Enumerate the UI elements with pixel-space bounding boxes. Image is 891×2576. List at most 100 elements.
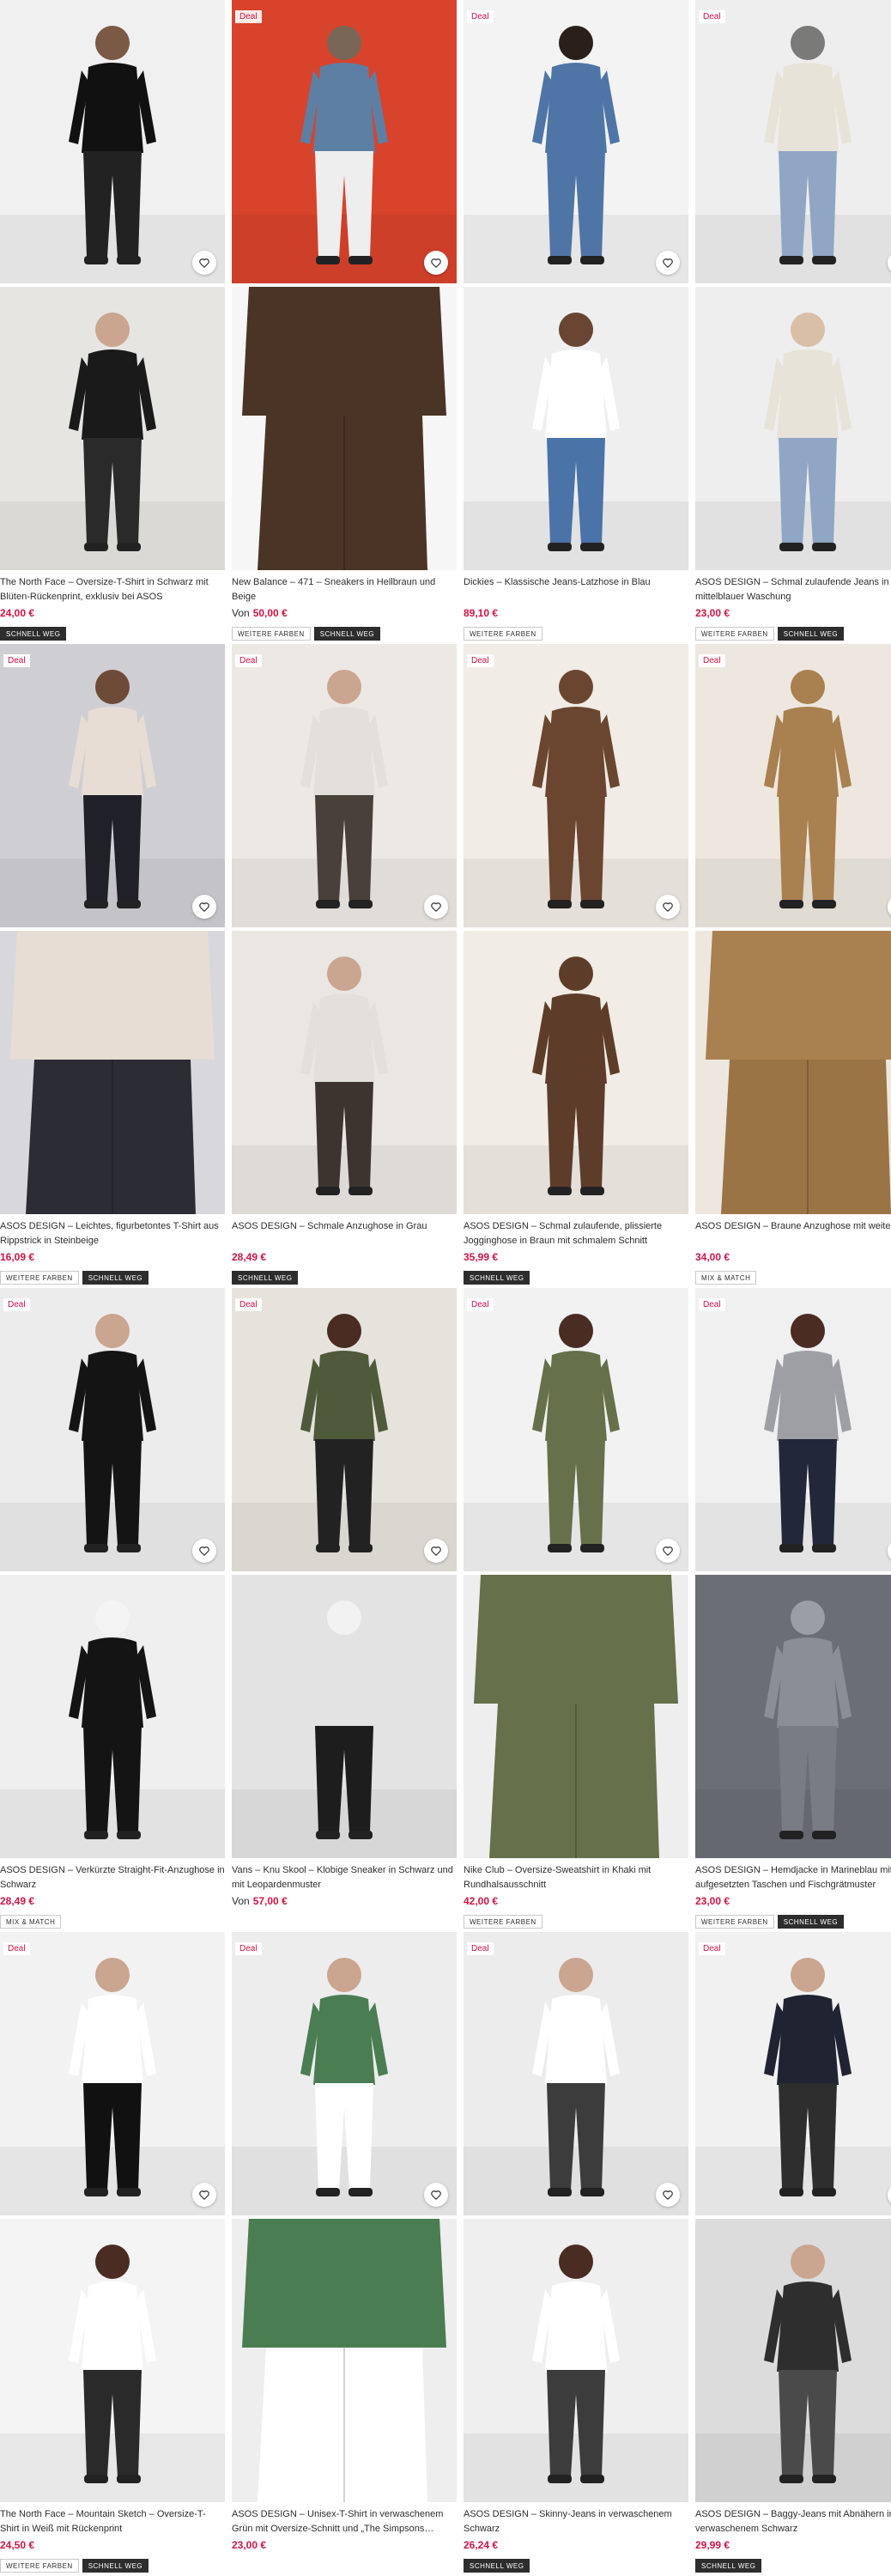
save-for-later-button[interactable] bbox=[424, 1539, 448, 1563]
product-photo-main[interactable] bbox=[695, 1932, 891, 2215]
product-photo-alt[interactable] bbox=[232, 931, 457, 1214]
product-title[interactable]: The North Face – Oversize-T-Shirt in Sch… bbox=[0, 575, 225, 605]
product-photo-alt[interactable] bbox=[695, 2219, 891, 2502]
product-image[interactable]: Deal bbox=[232, 644, 457, 1214]
product-photo-main[interactable] bbox=[0, 1932, 225, 2215]
save-for-later-button[interactable] bbox=[192, 2183, 216, 2207]
product-photo-main[interactable] bbox=[232, 644, 457, 927]
product-card[interactable]: Deal ASOS DESIGN – Schmal zulaufende Jean… bbox=[695, 0, 891, 644]
product-image[interactable] bbox=[0, 0, 225, 570]
product-image[interactable]: Deal bbox=[695, 1288, 891, 1858]
product-badges: SCHNELL WEG bbox=[464, 2559, 688, 2573]
product-photo-alt[interactable] bbox=[695, 931, 891, 1214]
save-for-later-button[interactable] bbox=[656, 2183, 680, 2207]
product-card[interactable]: Deal Nike Club – Oversize-Sweatshirt in K… bbox=[464, 1288, 688, 1932]
product-image[interactable]: Deal bbox=[695, 1932, 891, 2502]
product-title[interactable]: New Balance – 471 – Sneakers in Hellbrau… bbox=[232, 575, 457, 605]
product-card[interactable]: The North Face – Oversize-T-Shirt in Sch… bbox=[0, 0, 225, 644]
product-title[interactable]: ASOS DESIGN – Baggy-Jeans mit Abnähern i… bbox=[695, 2507, 891, 2537]
product-image[interactable]: Deal bbox=[695, 644, 891, 1214]
product-photo-main[interactable] bbox=[232, 1932, 457, 2215]
product-image[interactable]: Deal bbox=[232, 0, 457, 570]
product-photo-alt[interactable] bbox=[0, 2219, 225, 2502]
product-title[interactable]: Dickies – Klassische Jeans-Latzhose in B… bbox=[464, 575, 688, 605]
product-card[interactable]: Deal ASOS DESIGN – Hemdjacke in Marinebla… bbox=[695, 1288, 891, 1932]
product-photo-main[interactable] bbox=[464, 644, 688, 927]
product-title[interactable]: ASOS DESIGN – Schmale Anzughose in Grau bbox=[232, 1219, 457, 1249]
save-for-later-button[interactable] bbox=[424, 895, 448, 919]
product-card[interactable]: Deal ASOS DESIGN – Schmale Anzughose in G… bbox=[232, 644, 457, 1288]
product-photo-main[interactable] bbox=[695, 0, 891, 283]
product-photo-main[interactable] bbox=[464, 1288, 688, 1571]
product-title[interactable]: ASOS DESIGN – Skinny-Jeans in verwaschen… bbox=[464, 2507, 688, 2537]
save-for-later-button[interactable] bbox=[656, 251, 680, 275]
product-photo-alt[interactable] bbox=[464, 1575, 688, 1858]
save-for-later-button[interactable] bbox=[424, 2183, 448, 2207]
product-card[interactable]: Deal ASOS DESIGN – Leichtes, figurbetonte… bbox=[0, 644, 225, 1288]
product-photo-main[interactable] bbox=[695, 1288, 891, 1571]
product-title[interactable]: ASOS DESIGN – Braune Anzughose mit weite… bbox=[695, 1219, 891, 1249]
product-info: ASOS DESIGN – Schmal zulaufende Jeans in… bbox=[695, 570, 891, 641]
product-image[interactable]: Deal bbox=[464, 644, 688, 1214]
product-image[interactable]: Deal bbox=[0, 644, 225, 1214]
product-photo-main[interactable] bbox=[464, 1932, 688, 2215]
product-card[interactable]: Deal ASOS DESIGN – Schmal zulaufende, pli… bbox=[464, 644, 688, 1288]
product-card[interactable]: Deal New Balance – 471 – Sneakers in Hell… bbox=[232, 0, 457, 644]
product-image[interactable]: Deal bbox=[464, 0, 688, 570]
product-photo-main[interactable] bbox=[232, 0, 457, 283]
product-badge: SCHNELL WEG bbox=[232, 1271, 299, 1285]
product-photo-main[interactable] bbox=[0, 644, 225, 927]
save-for-later-button[interactable] bbox=[656, 1539, 680, 1563]
product-photo-alt[interactable] bbox=[232, 1575, 457, 1858]
product-photo-alt[interactable] bbox=[464, 2219, 688, 2502]
product-image[interactable]: Deal bbox=[0, 1932, 225, 2502]
product-photo-alt[interactable] bbox=[695, 287, 891, 570]
product-photo-alt[interactable] bbox=[464, 931, 688, 1214]
product-card[interactable]: Deal Vans – Knu Skool – Klobige Sneaker i… bbox=[232, 1288, 457, 1932]
product-card[interactable]: Deal ASOS DESIGN – Verkürzte Straight-Fit… bbox=[0, 1288, 225, 1932]
product-photo-alt[interactable] bbox=[0, 1575, 225, 1858]
product-info: Vans – Knu Skool – Klobige Sneaker in Sc… bbox=[232, 1858, 457, 1929]
product-card[interactable]: Deal ASOS DESIGN – Skinny-Jeans in verwas… bbox=[464, 1932, 688, 2576]
product-title[interactable]: The North Face – Mountain Sketch – Overs… bbox=[0, 2507, 225, 2537]
product-photo-alt[interactable] bbox=[464, 287, 688, 570]
product-image[interactable]: Deal bbox=[695, 0, 891, 570]
product-photo-main[interactable] bbox=[464, 0, 688, 283]
product-title[interactable]: ASOS DESIGN – Schmal zulaufende, plissie… bbox=[464, 1219, 688, 1249]
product-title[interactable]: ASOS DESIGN – Unisex-T-Shirt in verwasch… bbox=[232, 2507, 457, 2537]
product-image[interactable]: Deal bbox=[464, 1288, 688, 1858]
product-card[interactable]: Deal The North Face – Mountain Sketch – O… bbox=[0, 1932, 225, 2576]
product-price-row: 42,00 € bbox=[464, 1895, 688, 1909]
save-for-later-button[interactable] bbox=[192, 251, 216, 275]
product-card[interactable]: Deal ASOS DESIGN – Unisex-T-Shirt in verw… bbox=[232, 1932, 457, 2576]
product-title[interactable]: Nike Club – Oversize-Sweatshirt in Khaki… bbox=[464, 1863, 688, 1893]
product-photo-alt[interactable] bbox=[695, 1575, 891, 1858]
product-photo-alt[interactable] bbox=[232, 287, 457, 570]
product-title[interactable]: ASOS DESIGN – Schmal zulaufende Jeans in… bbox=[695, 575, 891, 605]
product-image[interactable]: Deal bbox=[0, 1288, 225, 1858]
product-photo-main[interactable] bbox=[232, 1288, 457, 1571]
product-photo-alt[interactable] bbox=[0, 931, 225, 1214]
product-badges: MIX & MATCH bbox=[0, 1915, 225, 1929]
product-image[interactable]: Deal bbox=[232, 1932, 457, 2502]
product-title[interactable]: Vans – Knu Skool – Klobige Sneaker in Sc… bbox=[232, 1863, 457, 1893]
product-image[interactable]: Deal bbox=[464, 1932, 688, 2502]
save-for-later-button[interactable] bbox=[192, 895, 216, 919]
product-title[interactable]: ASOS DESIGN – Verkürzte Straight-Fit-Anz… bbox=[0, 1863, 225, 1893]
product-card[interactable]: Deal ASOS DESIGN – Baggy-Jeans mit Abnähe… bbox=[695, 1932, 891, 2576]
product-photo-alt[interactable] bbox=[232, 2219, 457, 2502]
product-price-row: 35,99 € bbox=[464, 1251, 688, 1265]
deal-badge: Deal bbox=[699, 10, 725, 23]
product-title[interactable]: ASOS DESIGN – Leichtes, figurbetontes T-… bbox=[0, 1219, 225, 1249]
save-for-later-button[interactable] bbox=[424, 251, 448, 275]
save-for-later-button[interactable] bbox=[192, 1539, 216, 1563]
product-photo-alt[interactable] bbox=[0, 287, 225, 570]
product-card[interactable]: Deal Dickies – Klassische Jeans-Latzhose … bbox=[464, 0, 688, 644]
product-photo-main[interactable] bbox=[0, 1288, 225, 1571]
product-card[interactable]: Deal ASOS DESIGN – Braune Anzughose mit w… bbox=[695, 644, 891, 1288]
product-photo-main[interactable] bbox=[0, 0, 225, 283]
product-title[interactable]: ASOS DESIGN – Hemdjacke in Marineblau mi… bbox=[695, 1863, 891, 1893]
product-image[interactable]: Deal bbox=[232, 1288, 457, 1858]
product-photo-main[interactable] bbox=[695, 644, 891, 927]
save-for-later-button[interactable] bbox=[656, 895, 680, 919]
